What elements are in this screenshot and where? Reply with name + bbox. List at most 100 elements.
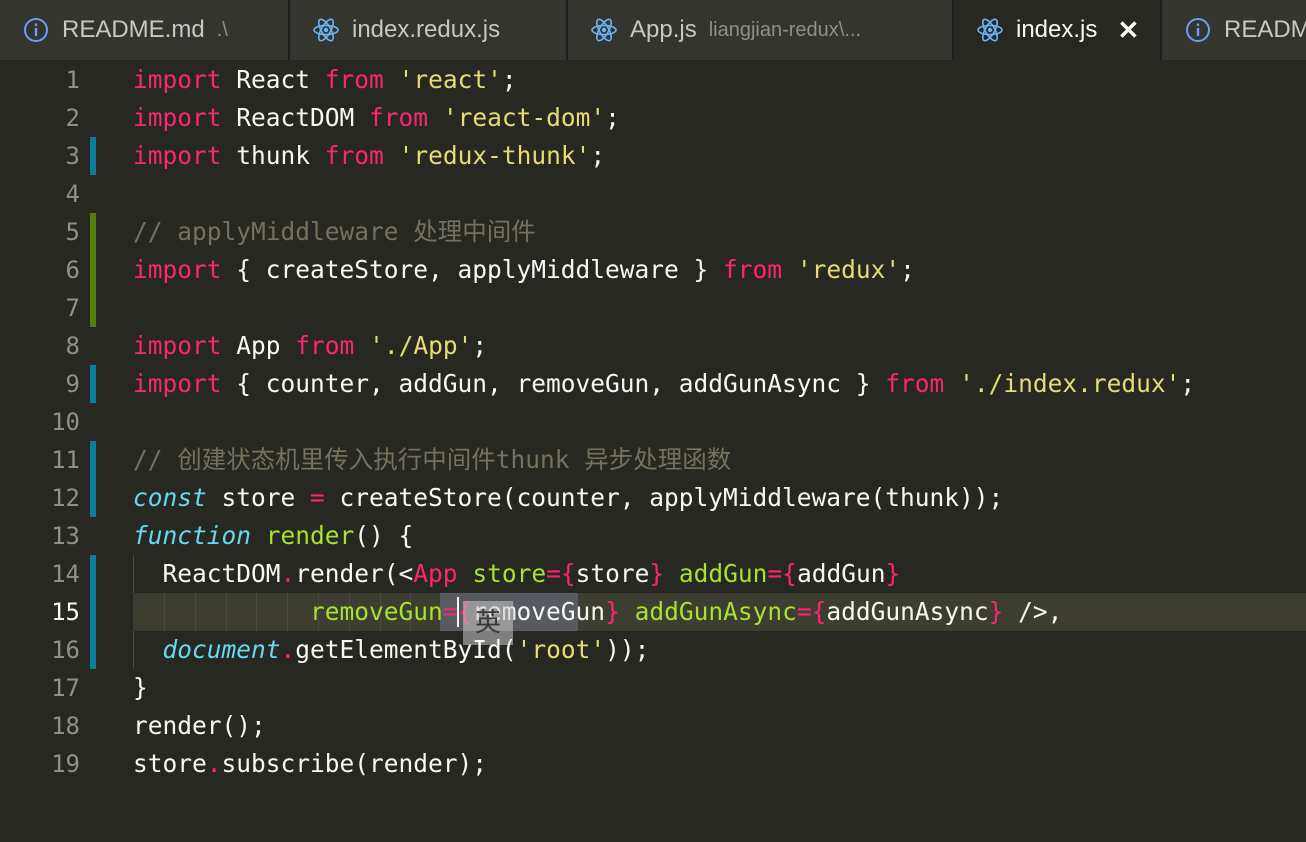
code-text: removeGun={removeGun} addGunAsync={addGu… bbox=[133, 593, 1062, 631]
code-line[interactable]: 3 import thunk from 'redux-thunk'; bbox=[0, 137, 1306, 175]
code-token: removeGun bbox=[310, 597, 443, 626]
tab-description: .\ bbox=[216, 18, 228, 41]
code-text: import { createStore, applyMiddleware } … bbox=[133, 251, 915, 289]
code-token: store bbox=[575, 559, 650, 588]
code-token: ReactDOM bbox=[221, 103, 370, 132]
tab-index-js[interactable]: index.js ✕ bbox=[954, 0, 1162, 60]
code-line[interactable]: 15 removeGun={removeGun} addGunAsync={ad… bbox=[0, 593, 1306, 645]
code-token: . bbox=[280, 635, 296, 664]
code-token: store bbox=[133, 749, 207, 778]
code-token: = bbox=[310, 483, 325, 512]
code-line[interactable]: 18 render(); bbox=[0, 707, 1306, 745]
tab-readm[interactable]: READM bbox=[1162, 0, 1306, 60]
code-token: './index.redux' bbox=[959, 369, 1181, 398]
modified-lines-marker bbox=[90, 365, 96, 403]
code-text: document.getElementById('root')); bbox=[133, 631, 650, 669]
code-text: function render() { bbox=[133, 517, 413, 555]
line-number: 8 bbox=[65, 332, 80, 360]
tab-label: index.redux.js bbox=[352, 16, 501, 43]
code-text: render(); bbox=[133, 707, 266, 745]
code-token: } bbox=[988, 597, 1004, 626]
code-token: ; bbox=[900, 255, 915, 284]
tab-app-js[interactable]: App.js liangjian-redux\... bbox=[568, 0, 954, 60]
code-line[interactable]: 17} bbox=[0, 669, 1306, 707]
code-token: addGunAsync bbox=[634, 597, 797, 626]
tab-label: READM bbox=[1224, 16, 1306, 43]
code-token: . bbox=[206, 749, 222, 778]
tab-readme-md[interactable]: README.md .\ bbox=[0, 0, 290, 60]
code-token: 'redux-thunk' bbox=[398, 141, 591, 170]
code-line[interactable]: 7 bbox=[0, 289, 1306, 327]
line-number: 2 bbox=[65, 104, 80, 132]
code-editor[interactable]: 1 import React from 'react'; 2 import React… bbox=[0, 60, 1306, 842]
code-token: } bbox=[133, 673, 148, 702]
code-token: from bbox=[723, 255, 783, 284]
tab-label: App.js bbox=[630, 16, 697, 43]
code-token: ={ bbox=[546, 559, 576, 588]
text-cursor bbox=[457, 597, 459, 627]
code-token: import bbox=[133, 141, 222, 170]
code-token: const bbox=[133, 483, 207, 512]
code-line[interactable]: 14 ReactDOM.render(<App store={store} ad… bbox=[0, 555, 1306, 593]
code-token: subscribe(render); bbox=[221, 749, 488, 778]
code-line[interactable]: 9 import { counter, addGun, removeGun, ad… bbox=[0, 365, 1306, 403]
line-number: 4 bbox=[65, 180, 80, 208]
code-text: ReactDOM.render(<App store={store} addGu… bbox=[133, 555, 901, 593]
code-text: const store = createStore(counter, apply… bbox=[133, 479, 1003, 517]
code-token: render bbox=[265, 521, 355, 550]
line-number: 9 bbox=[65, 370, 80, 398]
code-token: store bbox=[472, 559, 547, 588]
code-text: import thunk from 'redux-thunk'; bbox=[133, 137, 605, 175]
code-line[interactable]: 6 import { createStore, applyMiddleware }… bbox=[0, 251, 1306, 289]
code-line[interactable]: 11 // 创建状态机里传入执行中间件thunk 异步处理函数 bbox=[0, 441, 1306, 479]
close-icon[interactable]: ✕ bbox=[1115, 0, 1141, 60]
modified-lines-marker bbox=[90, 555, 96, 669]
code-token: from bbox=[324, 141, 384, 170]
info-icon bbox=[1184, 16, 1212, 44]
code-line[interactable]: 2 import ReactDOM from 'react-dom'; bbox=[0, 99, 1306, 137]
code-token: import bbox=[133, 255, 222, 284]
code-token: addGun bbox=[678, 559, 768, 588]
code-line[interactable]: 19 store.subscribe(render); bbox=[0, 745, 1306, 783]
tab-index-redux-js[interactable]: index.redux.js bbox=[290, 0, 568, 60]
line-number: 14 bbox=[51, 560, 80, 588]
code-line[interactable]: 10 bbox=[0, 403, 1306, 441]
code-token: function bbox=[133, 521, 252, 550]
line-number: 6 bbox=[65, 256, 80, 284]
code-line[interactable]: 1 import React from 'react'; bbox=[0, 61, 1306, 99]
line-number: 16 bbox=[51, 636, 80, 664]
code-token: } bbox=[885, 559, 901, 588]
code-token: addGunAsync bbox=[826, 597, 989, 626]
code-token: render(); bbox=[133, 711, 266, 740]
code-line[interactable]: 13 function render() { bbox=[0, 517, 1306, 555]
code-line[interactable]: 5 // applyMiddleware 处理中间件 bbox=[0, 213, 1306, 251]
line-number: 12 bbox=[51, 484, 80, 512]
code-line[interactable]: 12 const store = createStore(counter, app… bbox=[0, 479, 1306, 517]
code-token: { counter, addGun, removeGun, addGunAsyn… bbox=[221, 369, 886, 398]
code-token: 'redux' bbox=[796, 255, 901, 284]
code-token: getElementById( bbox=[295, 635, 517, 664]
code-token: } bbox=[649, 559, 665, 588]
line-number: 11 bbox=[51, 446, 80, 474]
code-token: from bbox=[295, 331, 355, 360]
code-token: createStore(counter, applyMiddleware(thu… bbox=[324, 483, 1004, 512]
code-token: ; bbox=[472, 331, 488, 360]
code-line[interactable]: 4 bbox=[0, 175, 1306, 213]
code-line[interactable]: 8 import App from './App'; bbox=[0, 327, 1306, 365]
code-token: // 创建状态机里传入执行中间件thunk 异步处理函数 bbox=[133, 445, 732, 474]
code-token: ; bbox=[501, 65, 517, 94]
line-number: 18 bbox=[51, 712, 80, 740]
line-number: 10 bbox=[51, 408, 80, 436]
tab-description: liangjian-redux\... bbox=[708, 18, 862, 41]
line-number: 15 bbox=[51, 598, 80, 626]
code-token: addGun bbox=[796, 559, 886, 588]
line-number: 17 bbox=[51, 674, 80, 702]
code-token: ReactDOM bbox=[133, 559, 281, 588]
code-line[interactable]: 16 document.getElementById('root')); bbox=[0, 631, 1306, 669]
